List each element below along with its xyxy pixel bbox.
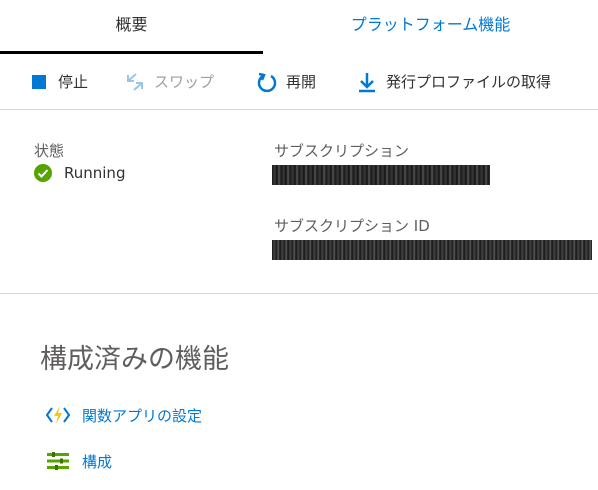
configuration-label: 構成 [82, 452, 113, 471]
swap-button[interactable]: スワップ [124, 54, 214, 109]
function-app-settings-label: 関数アプリの設定 [82, 406, 203, 425]
function-app-icon [46, 403, 70, 427]
status-value: Running [34, 164, 125, 182]
subscription-id-label: サブスクリプション ID [274, 217, 430, 235]
tab-platform-features[interactable]: プラットフォーム機能 [263, 0, 598, 54]
command-toolbar: 停止 スワップ 再開 発行プロファイルの取得 [0, 54, 598, 110]
get-publish-profile-button[interactable]: 発行プロファイルの取得 [356, 54, 551, 109]
check-circle-icon [34, 164, 52, 182]
swap-button-label: スワップ [154, 73, 215, 91]
subscription-id-value-redacted [272, 240, 592, 260]
tab-overview[interactable]: 概要 [0, 0, 263, 54]
subscription-label: サブスクリプション [274, 142, 410, 160]
restart-icon [256, 71, 278, 93]
status-text: Running [64, 164, 126, 182]
stop-button[interactable]: 停止 [28, 54, 88, 109]
configured-features-title: 構成済みの機能 [40, 344, 229, 375]
stop-square-icon [28, 71, 50, 93]
restart-button-label: 再開 [286, 73, 317, 91]
get-publish-profile-label: 発行プロファイルの取得 [386, 73, 552, 91]
subscription-value-redacted[interactable] [272, 165, 490, 185]
status-label: 状態 [34, 142, 65, 160]
function-app-settings-link[interactable]: 関数アプリの設定 [46, 403, 202, 427]
restart-button[interactable]: 再開 [256, 54, 316, 109]
configuration-link[interactable]: 構成 [46, 449, 112, 473]
swap-arrows-icon [124, 71, 146, 93]
configuration-icon [46, 449, 70, 473]
tab-bar: 概要 プラットフォーム機能 [0, 0, 598, 54]
stop-button-label: 停止 [58, 73, 89, 91]
essentials-panel: 状態 Running サブスクリプション サブスクリプション ID [0, 110, 598, 294]
download-icon [356, 71, 378, 93]
